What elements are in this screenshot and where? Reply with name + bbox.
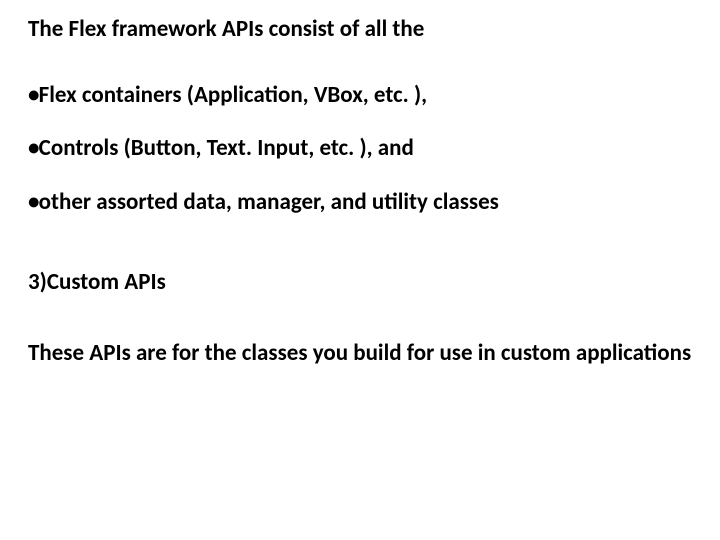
bullet-item: Flex containers (Application, VBox, etc.…	[28, 74, 692, 118]
slide-content: The Flex framework APIs consist of all t…	[0, 0, 720, 379]
bullet-item: Controls (Button, Text. Input, etc. ), a…	[28, 127, 692, 171]
bullet-item: other assorted data, manager, and utilit…	[28, 181, 692, 225]
heading-text: The Flex framework APIs consist of all t…	[28, 8, 692, 52]
paragraph-text: These APIs are for the classes you build…	[28, 328, 692, 379]
section-heading: 3)Custom APIs	[28, 261, 692, 305]
